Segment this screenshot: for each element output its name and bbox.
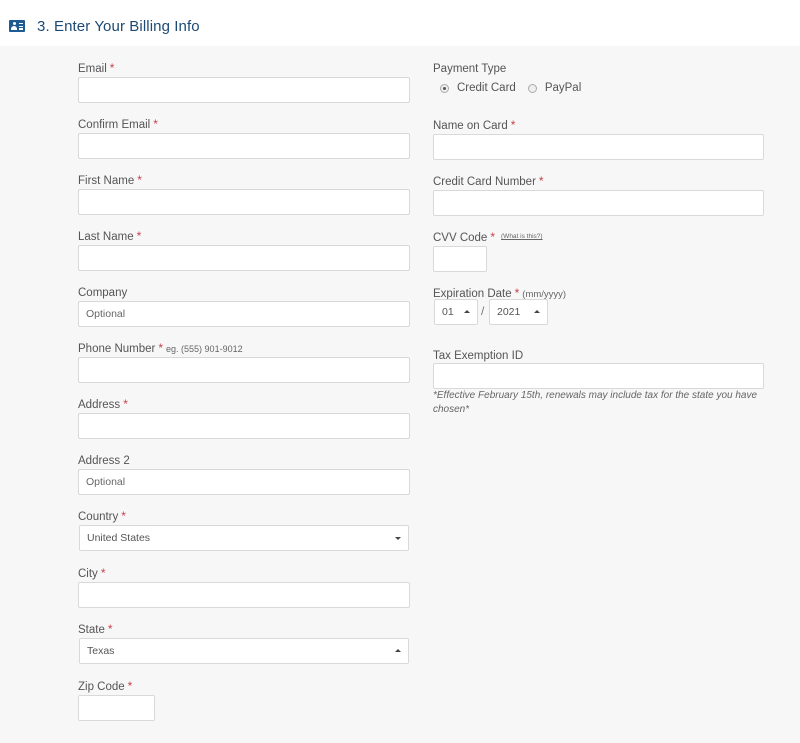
payment-type-label: Payment Type (433, 63, 507, 75)
tax-exemption-input[interactable] (433, 363, 764, 389)
company-placeholder: Optional (86, 308, 126, 320)
phone-label: Phone Number * eg. (555) 901-9012 (78, 341, 243, 355)
radio-credit-card[interactable] (440, 83, 449, 93)
name-on-card-label: Name on Card * (433, 118, 516, 132)
company-label: Company (78, 287, 128, 299)
confirm-email-input[interactable] (78, 133, 410, 159)
required-marker: * (538, 174, 544, 188)
expiration-year-value: 2021 (497, 306, 521, 318)
expiration-month-select[interactable]: 01 (434, 299, 478, 325)
email-label: Email * (78, 61, 115, 75)
city-input[interactable] (78, 582, 410, 608)
tax-exemption-label: Tax Exemption ID (433, 350, 524, 362)
address2-input[interactable]: Optional (78, 469, 410, 495)
address2-label: Address 2 (78, 455, 130, 467)
date-separator: / (481, 304, 485, 318)
required-marker: * (123, 397, 128, 411)
chevron-up-icon (534, 310, 540, 313)
zip-input[interactable] (78, 695, 155, 721)
required-marker: * (153, 117, 158, 131)
phone-format-hint: eg. (555) 901-9012 (166, 344, 243, 354)
id-card-icon (9, 20, 25, 32)
email-input[interactable] (78, 77, 410, 103)
name-on-card-input[interactable] (433, 134, 764, 160)
required-marker: * (127, 679, 133, 693)
chevron-down-icon (395, 537, 401, 540)
country-select[interactable]: United States (79, 525, 409, 551)
payment-type-group: Credit Card PayPal (440, 82, 593, 94)
address2-placeholder: Optional (86, 476, 126, 488)
expiration-year-select[interactable]: 2021 (489, 299, 548, 325)
expiration-month-value: 01 (442, 306, 454, 318)
phone-input[interactable] (78, 357, 410, 383)
chevron-up-icon (464, 310, 470, 313)
chevron-up-icon (395, 649, 401, 652)
required-marker: * (514, 286, 520, 300)
required-marker: * (136, 229, 142, 243)
state-selected: Texas (87, 645, 115, 657)
required-marker: * (100, 566, 106, 580)
radio-paypal[interactable] (527, 83, 537, 93)
card-number-input[interactable] (433, 190, 764, 216)
credit-card-option-label[interactable]: Credit Card (457, 82, 516, 94)
section-header: 3. Enter Your Billing Info (0, 0, 800, 46)
state-label: State * (78, 622, 113, 636)
cvv-label: CVV Code * (What is this?) (433, 230, 543, 244)
address-input[interactable] (78, 413, 410, 439)
last-name-label: Last Name * (78, 229, 142, 243)
section-title: 3. Enter Your Billing Info (37, 18, 200, 35)
required-marker: * (490, 230, 496, 244)
cvv-input[interactable] (433, 246, 487, 272)
required-marker: * (107, 622, 113, 636)
required-marker: * (158, 341, 164, 355)
address-label: Address * (78, 397, 128, 411)
city-label: City * (78, 566, 106, 580)
first-name-input[interactable] (78, 189, 410, 215)
zip-label: Zip Code * (78, 679, 133, 693)
required-marker: * (121, 509, 126, 523)
paypal-option-label[interactable]: PayPal (545, 82, 581, 94)
last-name-input[interactable] (78, 245, 410, 271)
state-select[interactable]: Texas (79, 638, 409, 664)
first-name-label: First Name * (78, 173, 142, 187)
country-selected: United States (87, 532, 151, 544)
tax-note: *Effective February 15th, renewals may i… (433, 390, 758, 415)
country-label: Country * (78, 509, 126, 523)
confirm-email-label: Confirm Email * (78, 117, 158, 131)
card-number-label: Credit Card Number * (433, 174, 544, 188)
company-input[interactable]: Optional (78, 301, 410, 327)
required-marker: * (137, 173, 142, 187)
required-marker: * (109, 61, 115, 75)
cvv-help-link[interactable]: (What is this?) (501, 233, 543, 240)
required-marker: * (510, 118, 516, 132)
